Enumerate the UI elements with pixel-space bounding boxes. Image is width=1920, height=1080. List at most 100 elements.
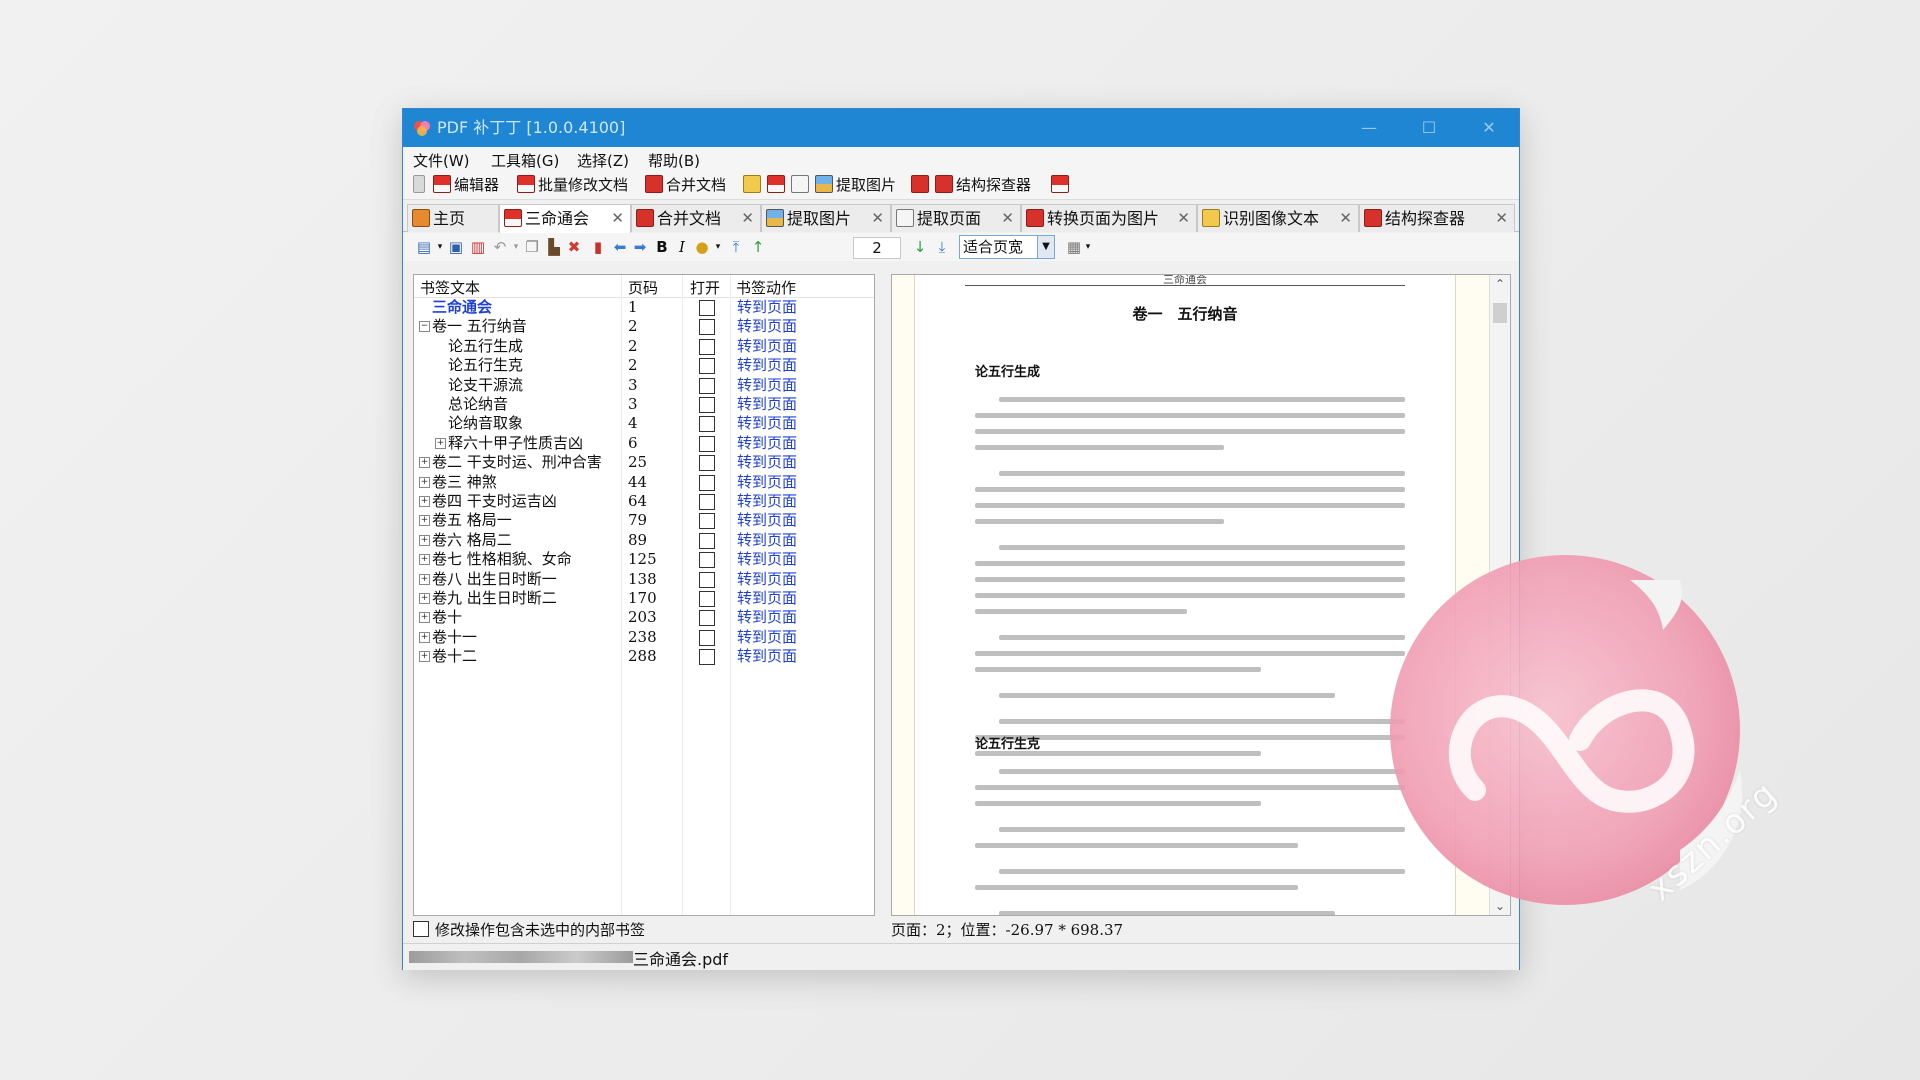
bookmark-text[interactable]: 释六十甲子性质吉凶: [448, 434, 583, 453]
bookmark-page[interactable]: 1: [628, 298, 638, 317]
expand-icon[interactable]: +: [435, 437, 446, 449]
expand-icon[interactable]: +: [419, 534, 430, 546]
tab-extract-pages[interactable]: 提取页面 ✕: [891, 204, 1021, 232]
bookmark-action[interactable]: 转到页面: [737, 647, 797, 666]
bookmark-text[interactable]: 卷十二: [432, 647, 477, 666]
ocr-button[interactable]: [911, 175, 932, 195]
tab-close-icon[interactable]: ✕: [871, 205, 884, 232]
bold-button[interactable]: B: [653, 238, 671, 256]
move-top-icon[interactable]: ⤒: [727, 238, 745, 256]
open-checkbox[interactable]: [699, 610, 715, 627]
bookmark-row[interactable]: 论支干源流 3 转到页面: [414, 376, 874, 395]
bookmark-row[interactable]: + 卷十 203 转到页面: [414, 608, 874, 627]
expand-icon[interactable]: +: [419, 496, 430, 507]
bookmark-action[interactable]: 转到页面: [737, 434, 797, 453]
collapse-icon[interactable]: −: [419, 321, 430, 333]
tab-ocr[interactable]: 识别图像文本 ✕: [1197, 204, 1359, 232]
bookmark-row[interactable]: − 卷一 五行纳音 2 转到页面: [414, 317, 874, 336]
include-unselected-checkbox[interactable]: 修改操作包含未选中的内部书签: [413, 919, 645, 940]
bookmark-action[interactable]: 转到页面: [737, 356, 797, 375]
tab-close-icon[interactable]: ✕: [741, 205, 754, 232]
bookmark-row[interactable]: 论五行生克 2 转到页面: [414, 356, 874, 375]
bookmark-text[interactable]: 论五行生克: [448, 356, 523, 375]
open-checkbox[interactable]: [699, 358, 715, 375]
bookmark-page[interactable]: 79: [628, 511, 647, 530]
open-checkbox[interactable]: [699, 397, 715, 413]
bookmark-row[interactable]: + 卷五 格局一 79 转到页面: [414, 511, 874, 530]
menu-help[interactable]: 帮助(B): [648, 150, 700, 171]
expand-icon[interactable]: +: [419, 515, 430, 527]
tab-pages-to-images[interactable]: 转换页面为图片 ✕: [1021, 204, 1197, 232]
bookmark-page[interactable]: 4: [628, 414, 638, 433]
bookmark-page[interactable]: 2: [628, 317, 638, 336]
move-down-icon[interactable]: ↓: [911, 238, 929, 256]
bookmark-action[interactable]: 转到页面: [737, 414, 797, 433]
bookmark-icon[interactable]: ▮: [589, 238, 607, 256]
bookmark-action[interactable]: 转到页面: [737, 589, 797, 608]
scroll-thumb[interactable]: [1493, 303, 1507, 323]
bookmark-text[interactable]: 卷十: [432, 608, 462, 627]
view-options-dropdown-icon[interactable]: ▾: [1079, 238, 1097, 256]
bookmark-page[interactable]: 2: [628, 356, 638, 375]
bookmark-action[interactable]: 转到页面: [737, 453, 797, 472]
save-as-icon[interactable]: ▥: [469, 238, 487, 256]
open-checkbox[interactable]: [699, 552, 715, 569]
delete-icon[interactable]: ✖: [565, 238, 583, 256]
structure-explorer-button[interactable]: 结构探查器: [935, 175, 1031, 195]
bookmark-text[interactable]: 卷九 出生日时断二: [432, 589, 557, 608]
bookmark-text[interactable]: 论纳音取象: [448, 414, 523, 433]
bookmark-text[interactable]: 卷七 性格相貌、女命: [432, 550, 572, 569]
bookmark-action[interactable]: 转到页面: [737, 550, 797, 569]
expand-icon[interactable]: +: [419, 612, 430, 624]
color-dropdown-icon[interactable]: ▾: [709, 238, 727, 256]
bookmark-page[interactable]: 238: [628, 628, 657, 647]
copy-icon[interactable]: ❐: [523, 238, 541, 256]
bookmark-row[interactable]: + 卷十一 238 转到页面: [414, 628, 874, 647]
bookmark-text[interactable]: 卷四 干支时运吉凶: [432, 492, 557, 511]
bookmark-action[interactable]: 转到页面: [737, 570, 797, 589]
open-checkbox[interactable]: [699, 532, 715, 549]
bookmark-page[interactable]: 288: [628, 647, 657, 666]
bookmark-row[interactable]: + 卷六 格局二 89 转到页面: [414, 531, 874, 550]
pages-button[interactable]: [791, 175, 812, 195]
bookmark-row[interactable]: 三命通会 1 转到页面: [414, 298, 874, 317]
expand-icon[interactable]: +: [419, 593, 430, 604]
bookmark-text[interactable]: 卷二 干支时运、刑冲合害: [432, 453, 602, 472]
chevron-down-icon[interactable]: ▼: [1037, 236, 1054, 258]
close-window-button[interactable]: ✕: [1459, 109, 1519, 147]
bookmark-row[interactable]: + 卷十二 288 转到页面: [414, 647, 874, 666]
bookmark-page[interactable]: 44: [628, 473, 647, 492]
open-checkbox[interactable]: [699, 649, 715, 666]
bookmark-action[interactable]: 转到页面: [737, 628, 797, 647]
bookmark-row[interactable]: + 卷三 神煞 44 转到页面: [414, 473, 874, 492]
info-button[interactable]: [1051, 175, 1072, 195]
bookmark-page[interactable]: 64: [628, 492, 647, 511]
extract-images-button[interactable]: 提取图片: [815, 175, 896, 195]
bookmark-text[interactable]: 卷八 出生日时断一: [432, 570, 557, 589]
bookmark-text[interactable]: 卷一 五行纳音: [432, 317, 527, 336]
bookmark-action[interactable]: 转到页面: [737, 376, 797, 395]
bookmark-page[interactable]: 125: [628, 550, 657, 569]
tab-close-icon[interactable]: ✕: [1177, 205, 1190, 232]
bookmark-row[interactable]: 论五行生成 2 转到页面: [414, 337, 874, 356]
open-checkbox[interactable]: [699, 629, 715, 646]
save-icon[interactable]: ▣: [447, 238, 465, 256]
expand-icon[interactable]: +: [419, 651, 430, 663]
paste-icon[interactable]: ▙: [545, 238, 563, 256]
merge-button[interactable]: 合并文档: [645, 175, 726, 195]
open-checkbox[interactable]: [699, 455, 715, 472]
menu-toolbox[interactable]: 工具箱(G): [491, 150, 559, 171]
expand-icon[interactable]: +: [419, 457, 430, 469]
zoom-select[interactable]: 适合页宽 ▼: [959, 235, 1055, 259]
expand-icon[interactable]: +: [419, 476, 430, 488]
open-checkbox[interactable]: [699, 300, 715, 316]
page-number-input[interactable]: 2: [853, 237, 901, 259]
bookmark-text[interactable]: 论支干源流: [448, 376, 523, 395]
bookmark-text[interactable]: 卷五 格局一: [432, 511, 512, 530]
bookmark-action[interactable]: 转到页面: [737, 317, 797, 336]
bookmark-action[interactable]: 转到页面: [737, 473, 797, 492]
bookmark-page[interactable]: 25: [628, 453, 647, 472]
bookmark-text[interactable]: 卷六 格局二: [432, 531, 512, 550]
magic-wand-button[interactable]: [743, 175, 764, 195]
menu-select[interactable]: 选择(Z): [577, 150, 629, 171]
